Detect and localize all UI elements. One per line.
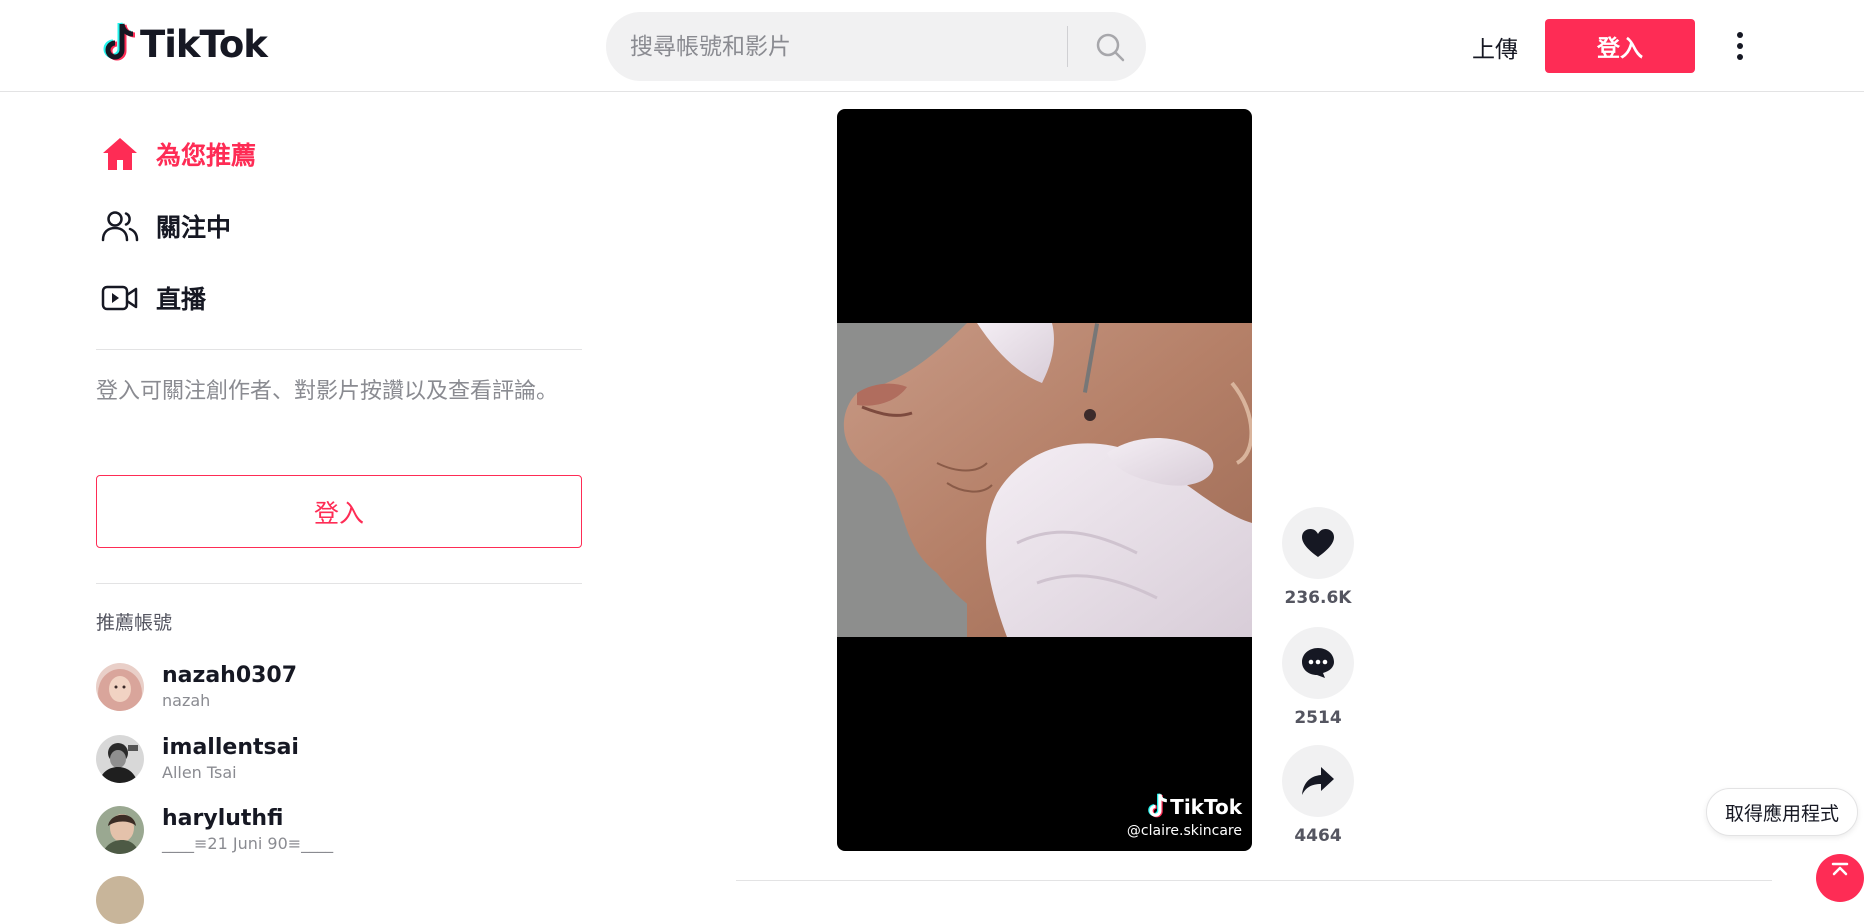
share-arrow-icon [1302,767,1334,795]
suggested-account-item[interactable]: nazah0307 nazah [96,662,297,712]
arrow-up-icon [1831,862,1849,876]
share-count: 4464 [1294,826,1342,846]
more-dot [1737,43,1743,49]
suggested-accounts-title: 推薦帳號 [96,612,173,634]
header-login-button[interactable]: 登入 [1545,19,1695,73]
search-bar [606,12,1146,81]
like-count: 236.6K [1284,588,1352,608]
suggested-account-item[interactable]: haryluthfi ____≡21 Juni 90≡____ [96,805,333,855]
sidebar-divider [96,583,582,584]
account-username: haryluthfi [162,806,284,831]
like-action: 236.6K [1282,507,1354,608]
account-username: imallentsai [162,735,299,760]
upload-link[interactable]: 上傳 [1472,30,1518,64]
search-icon [1096,33,1125,61]
heart-icon [1302,529,1334,557]
nav-for-you[interactable]: 為您推薦 [100,134,256,174]
suggested-account-item-partial[interactable] [96,876,162,924]
video-frame-image [837,323,1252,637]
feed-divider [736,880,1772,881]
nav-live[interactable]: 直播 [100,278,206,318]
more-menu-button[interactable] [1725,28,1755,64]
users-icon [100,206,140,246]
comment-button[interactable] [1282,627,1354,699]
more-dot [1737,54,1743,60]
suggested-account-item[interactable]: imallentsai Allen Tsai [96,734,299,784]
sidebar-divider [96,349,582,350]
avatar [96,663,144,711]
sidebar-login-button[interactable]: 登入 [96,475,582,548]
more-dots-icon [1737,32,1743,38]
video-player[interactable]: TikTok @claire.skincare [837,109,1252,851]
comment-count: 2514 [1294,708,1342,728]
account-nickname: Allen Tsai [162,763,237,782]
avatar [96,806,144,854]
login-prompt-text: 登入可關注創作者、對影片按讚以及查看評論。 [96,379,559,404]
tiktok-logo[interactable]: TikTok [100,22,268,66]
get-app-button[interactable]: 取得應用程式 [1706,788,1858,836]
nav-label: 關注中 [156,213,232,242]
account-nickname: ____≡21 Juni 90≡____ [162,834,334,853]
scroll-to-top-button[interactable] [1816,854,1864,902]
live-video-icon [100,278,140,318]
nav-following[interactable]: 關注中 [100,206,231,246]
comment-icon [1302,648,1334,678]
avatar [96,735,144,783]
account-nickname: nazah [162,691,211,710]
video-watermark: TikTok @claire.skincare [1127,793,1242,839]
search-button[interactable] [1074,12,1146,81]
watermark-handle: @claire.skincare [1126,823,1242,839]
share-button[interactable] [1282,745,1354,817]
like-button[interactable] [1282,507,1354,579]
share-action: 4464 [1282,745,1354,846]
nav-label: 為您推薦 [156,141,257,170]
tiktok-watermark-icon [1148,793,1168,818]
watermark-logo-text: TikTok [1170,795,1242,819]
comment-action: 2514 [1282,627,1354,728]
avatar [96,876,144,924]
home-icon [100,134,140,174]
search-divider [1067,26,1068,67]
account-username: nazah0307 [162,663,298,688]
nav-label: 直播 [156,285,207,314]
search-input[interactable] [630,12,1060,81]
top-header: TikTok 上傳 登入 [0,0,1864,92]
logo-text: TikTok [140,22,268,66]
tiktok-logo-icon [103,22,136,61]
